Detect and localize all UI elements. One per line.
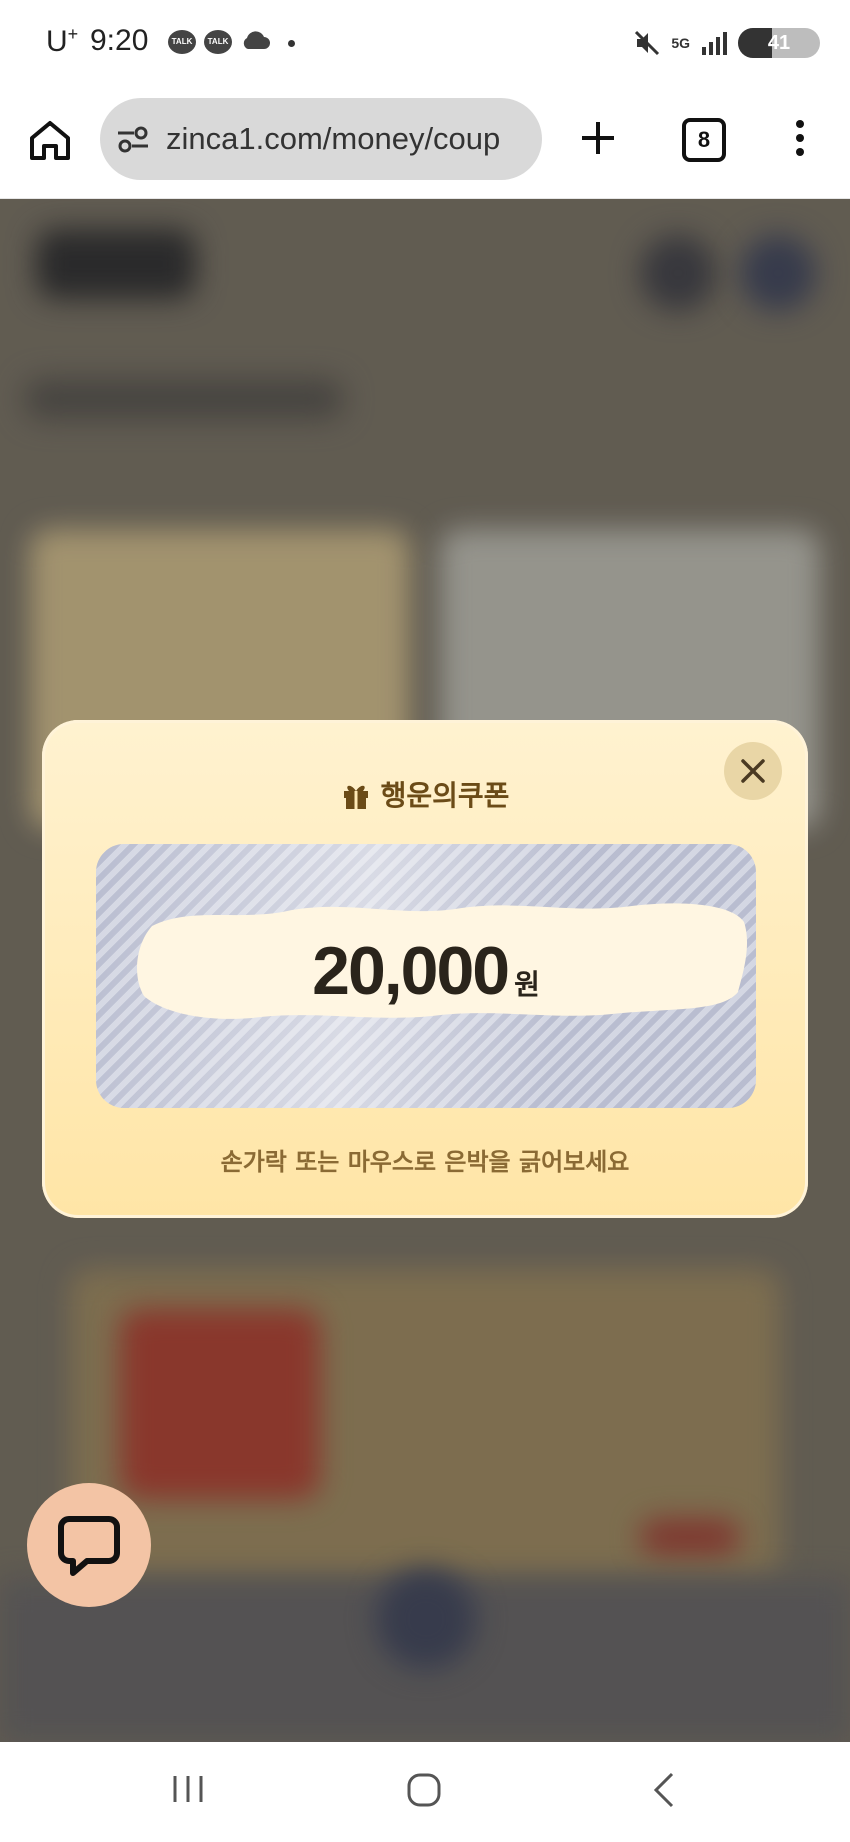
amount-unit: 원 bbox=[514, 968, 540, 1001]
kakaotalk-notification-icon: TALK bbox=[168, 30, 196, 54]
browser-toolbar: zinca1.com/money/coup 8 bbox=[0, 88, 850, 199]
modal-title: 행운의쿠폰 bbox=[42, 774, 808, 814]
status-bar: U+ 9:20 TALK TALK 5G 41 bbox=[0, 0, 850, 88]
network-type: 5G bbox=[671, 35, 690, 51]
cloud-icon bbox=[243, 31, 270, 49]
system-navigation-bar bbox=[0, 1742, 850, 1842]
site-settings-icon[interactable] bbox=[116, 122, 150, 156]
new-tab-icon[interactable] bbox=[576, 116, 620, 160]
recent-apps-icon[interactable] bbox=[170, 1772, 206, 1806]
chat-bubble-icon[interactable] bbox=[57, 1513, 121, 1577]
battery-indicator: 41 bbox=[738, 28, 820, 58]
signal-icon bbox=[702, 32, 727, 55]
chat-button[interactable] bbox=[27, 1483, 151, 1607]
kakaotalk-notification-icon: TALK bbox=[204, 30, 232, 54]
more-notifications-dot bbox=[288, 40, 295, 47]
gift-icon bbox=[343, 785, 368, 809]
home-nav-icon[interactable] bbox=[406, 1772, 442, 1808]
url-text[interactable]: zinca1.com/money/coup bbox=[166, 98, 536, 180]
system-indicators: 5G 41 bbox=[633, 26, 820, 60]
scratch-instruction: 손가락 또는 마우스로 은박을 긁어보세요 bbox=[220, 1148, 630, 1176]
back-icon[interactable] bbox=[650, 1770, 676, 1810]
more-menu-icon[interactable] bbox=[790, 116, 810, 160]
address-bar[interactable]: zinca1.com/money/coup bbox=[100, 98, 542, 180]
amount-value: 20,000 bbox=[312, 933, 510, 1009]
clock: 9:20 bbox=[90, 24, 149, 57]
tab-switcher-button[interactable]: 8 bbox=[682, 118, 726, 162]
mute-icon bbox=[635, 30, 660, 56]
carrier-label: U+ bbox=[46, 24, 79, 58]
coupon-amount: 20,000 원 bbox=[96, 932, 756, 1010]
scratch-card[interactable]: 20,000 원 bbox=[96, 844, 756, 1108]
home-icon[interactable] bbox=[26, 116, 74, 164]
lucky-coupon-modal: 행운의쿠폰 20,000 원 손가락 또는 마우스로 은박을 긁어보세요 bbox=[42, 720, 808, 1218]
